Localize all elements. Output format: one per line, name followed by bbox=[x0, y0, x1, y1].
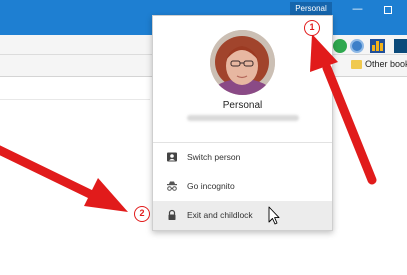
step-2-badge: 2 bbox=[134, 206, 150, 222]
arrow-2-icon bbox=[0, 145, 128, 212]
annotation-layer bbox=[0, 34, 377, 225]
screen: Personal — Other book Personal Switch pe… bbox=[0, 0, 407, 275]
arrow-1-icon bbox=[310, 34, 377, 185]
step-1-badge: 1 bbox=[304, 20, 320, 36]
mouse-cursor-icon bbox=[268, 206, 280, 225]
